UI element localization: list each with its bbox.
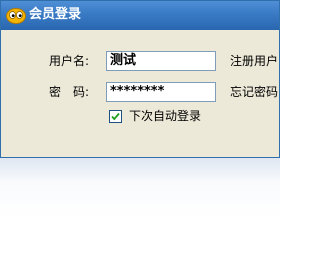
checkmark-icon <box>111 112 120 121</box>
password-label: 密 码: <box>49 85 90 99</box>
login-dialog: 会员登录 用户名: 测试 注册用户 密 码: ******** 忘记密码 下次自… <box>0 0 280 158</box>
username-input[interactable]: 测试 <box>106 51 216 71</box>
forgot-password-link[interactable]: 忘记密码 <box>230 84 278 100</box>
auto-login-checkbox[interactable] <box>109 110 122 123</box>
window-title: 会员登录 <box>29 7 82 22</box>
eyes-icon <box>6 8 26 24</box>
login-form: 用户名: 测试 注册用户 密 码: ******** 忘记密码 下次自动登录 <box>2 30 278 157</box>
auto-login-label[interactable]: 下次自动登录 <box>129 108 201 124</box>
username-label: 用户名: <box>49 54 90 68</box>
password-input[interactable]: ******** <box>106 82 216 102</box>
title-bar[interactable]: 会员登录 <box>1 1 279 30</box>
dialog-reflection <box>0 158 280 218</box>
register-link[interactable]: 注册用户 <box>230 53 278 69</box>
